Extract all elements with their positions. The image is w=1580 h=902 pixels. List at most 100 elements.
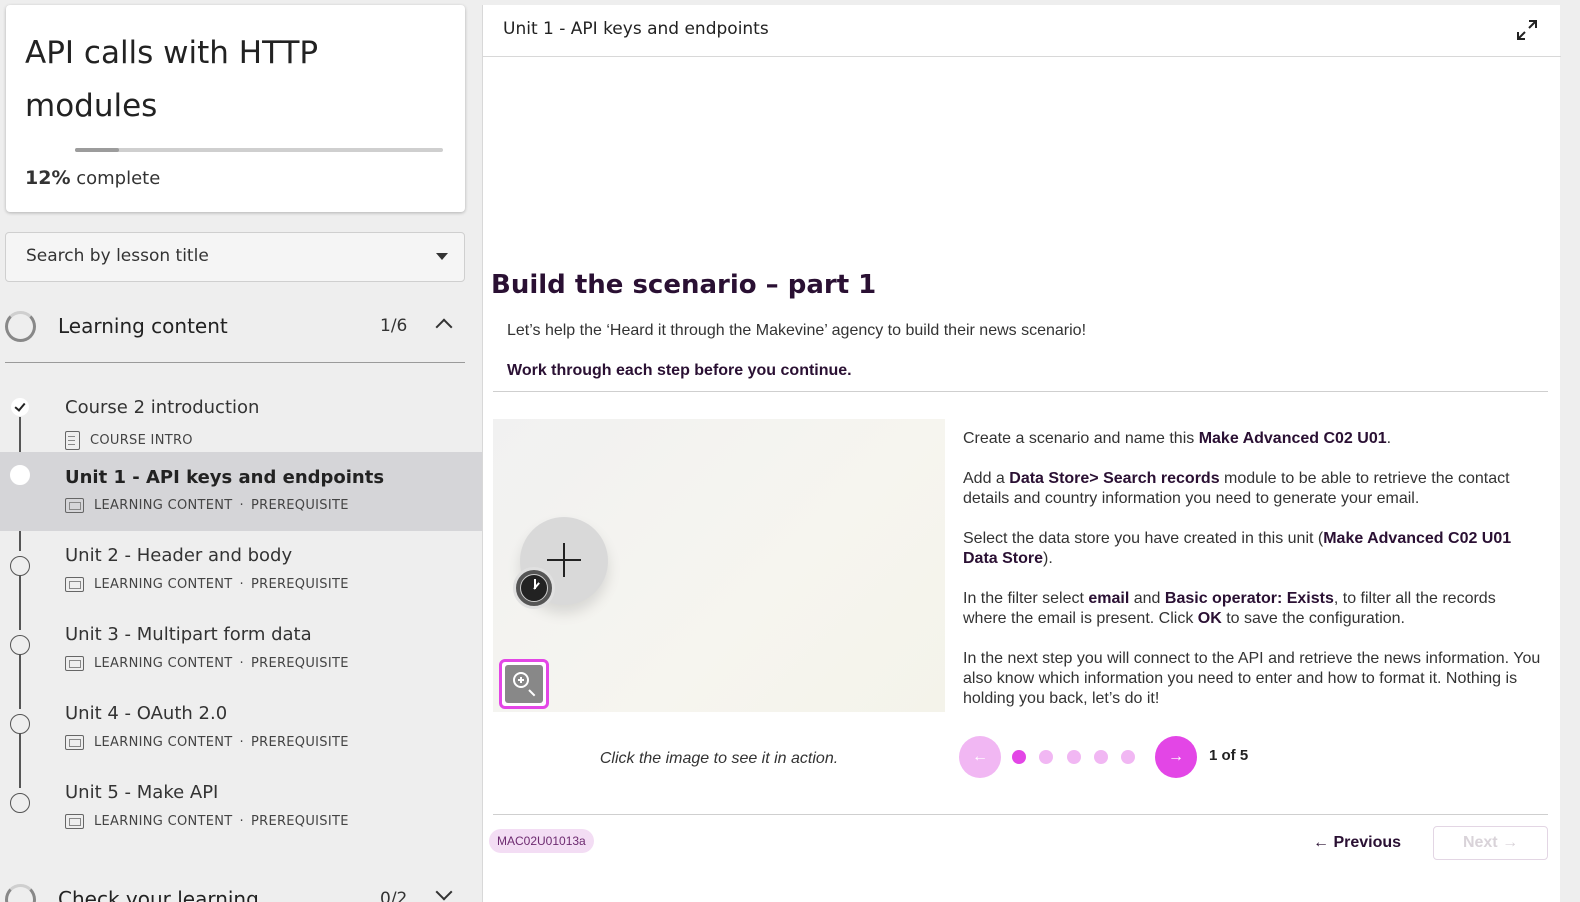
lesson-status-icon — [10, 793, 30, 813]
lesson-item-unit-4[interactable]: Unit 4 - OAuth 2.0 LEARNING CONTENT · PR… — [0, 700, 482, 780]
pager-dot[interactable] — [1121, 750, 1135, 764]
lesson-title: Unit 3 - Multipart form data — [65, 624, 312, 645]
lesson-item-unit-5[interactable]: Unit 5 - Make API LEARNING CONTENT · PRE… — [0, 779, 482, 859]
lesson-code-badge: MAC02U01013a — [489, 829, 594, 853]
lesson-item-unit-3[interactable]: Unit 3 - Multipart form data LEARNING CO… — [0, 621, 482, 701]
divider — [493, 814, 1548, 815]
lesson-search-select[interactable]: Search by lesson title — [5, 232, 465, 282]
pager-dot[interactable] — [1012, 750, 1026, 764]
meta-separator: · — [239, 498, 244, 513]
lesson-meta: COURSE INTRO — [65, 431, 193, 450]
step-paragraph: Create a scenario and name this Make Adv… — [963, 429, 1543, 449]
step-paragraph: Select the data store you have created i… — [963, 529, 1543, 569]
lesson-meta: LEARNING CONTENT · PREREQUISITE — [65, 656, 349, 671]
section-title: Check your learning — [58, 887, 259, 902]
pager-next-button[interactable]: → — [1155, 736, 1197, 778]
lesson-heading: Build the scenario – part 1 — [491, 270, 877, 300]
lesson-status-icon — [10, 714, 30, 734]
course-title: API calls with HTTP modules — [25, 35, 319, 124]
lesson-meta: LEARNING CONTENT · PREREQUISITE — [65, 814, 349, 829]
lesson-type: LEARNING CONTENT — [94, 577, 233, 592]
chevron-up-icon[interactable] — [435, 318, 453, 336]
lesson-status-icon — [10, 465, 30, 485]
step-emphasis: Basic operator: Exists — [1164, 590, 1334, 607]
divider — [493, 391, 1548, 392]
unit-title: Unit 1 - API keys and endpoints — [503, 19, 769, 39]
zoom-lens — [513, 672, 529, 688]
pager-label: 1 of 5 — [1209, 747, 1249, 764]
lesson-intro: Let’s help the ‘Heard it through the Mak… — [507, 322, 1087, 339]
step-emphasis: email — [1088, 590, 1130, 607]
step-paragraph: In the filter select email and Basic ope… — [963, 589, 1543, 629]
section-count: 0/2 — [380, 889, 408, 902]
lesson-header: Unit 1 - API keys and endpoints — [483, 5, 1561, 57]
lesson-type: LEARNING CONTENT — [94, 656, 233, 671]
meta-separator: · — [239, 656, 244, 671]
document-icon — [65, 431, 80, 450]
lesson-status-icon — [10, 635, 30, 655]
section-learning-content[interactable]: Learning content 1/6 — [5, 299, 465, 363]
chevron-down-icon[interactable] — [435, 883, 453, 901]
step-text: Add a — [963, 470, 1010, 487]
course-sidebar: API calls with HTTP modules 12% complete… — [0, 0, 482, 902]
course-progress-card: API calls with HTTP modules 12% complete — [6, 5, 465, 212]
lesson-item-unit-1[interactable]: Unit 1 - API keys and endpoints LEARNING… — [0, 452, 482, 531]
chevron-down-icon — [436, 253, 448, 260]
step-emphasis: OK — [1197, 610, 1222, 627]
lesson-meta: LEARNING CONTENT · PREREQUISITE — [65, 735, 349, 750]
step-instructions: Create a scenario and name this Make Adv… — [963, 429, 1543, 729]
section-check-your-learning[interactable]: Check your learning 0/2 — [5, 872, 465, 902]
pager-dot[interactable] — [1067, 750, 1081, 764]
lesson-title: Course 2 introduction — [65, 397, 260, 418]
zoom-in-button[interactable] — [499, 659, 549, 709]
step-paragraph: In the next step you will connect to the… — [963, 650, 1541, 707]
lesson-item-course-intro[interactable]: Course 2 introduction COURSE INTRO — [0, 383, 482, 463]
meta-separator: · — [239, 735, 244, 750]
schedule-clock-icon — [513, 567, 555, 609]
section-title: Learning content — [58, 314, 228, 338]
progress-suffix: complete — [76, 168, 161, 189]
slides-icon — [65, 814, 84, 829]
lesson-type: COURSE INTRO — [90, 433, 193, 448]
lesson-search-placeholder: Search by lesson title — [26, 246, 209, 266]
lesson-tag: PREREQUISITE — [250, 814, 349, 829]
lesson-item-unit-2[interactable]: Unit 2 - Header and body LEARNING CONTEN… — [0, 542, 482, 622]
pager-dot[interactable] — [1039, 750, 1053, 764]
lesson-type: LEARNING CONTENT — [94, 814, 233, 829]
meta-separator: · — [239, 814, 244, 829]
step-text: and — [1129, 590, 1165, 607]
zoom-in-icon — [505, 665, 543, 703]
meta-separator: · — [239, 577, 244, 592]
section-count: 1/6 — [380, 316, 408, 336]
step-emphasis: Make Advanced C02 U01 — [1198, 430, 1387, 447]
image-caption: Click the image to see it in action. — [599, 750, 839, 767]
pager-dot[interactable] — [1094, 750, 1108, 764]
scenario-preview-image[interactable] — [493, 419, 945, 712]
step-text: Select the data store you have created i… — [963, 530, 1324, 547]
previous-button[interactable]: ← Previous — [1313, 834, 1401, 852]
slides-icon — [65, 577, 84, 592]
step-text: . — [1386, 430, 1392, 447]
checkmark-icon — [10, 397, 30, 417]
next-button[interactable]: Next → — [1433, 826, 1548, 860]
step-text: In the filter select — [963, 590, 1089, 607]
lesson-title: Unit 4 - OAuth 2.0 — [65, 703, 228, 724]
section-progress-ring-icon — [5, 884, 36, 902]
lesson-status-icon — [10, 556, 30, 576]
lesson-tag: PREREQUISITE — [250, 656, 349, 671]
lesson-title: Unit 5 - Make API — [65, 782, 219, 803]
step-paragraph: Add a Data Store> Search records module … — [963, 469, 1543, 509]
lesson-meta: LEARNING CONTENT · PREREQUISITE — [65, 577, 349, 592]
section-progress-ring-icon — [5, 311, 36, 342]
step-emphasis: Data Store> Search records — [1009, 470, 1220, 487]
step-text: to save the configuration. — [1221, 610, 1405, 627]
expand-icon[interactable] — [1515, 18, 1539, 42]
lesson-content-panel: Unit 1 - API keys and endpoints Build th… — [482, 5, 1561, 902]
plus-icon-bar — [563, 543, 565, 577]
pager-prev-button[interactable]: ← — [959, 736, 1001, 778]
slides-icon — [65, 498, 84, 513]
lesson-tag: PREREQUISITE — [250, 735, 349, 750]
lesson-tag: PREREQUISITE — [250, 577, 349, 592]
slides-icon — [65, 656, 84, 671]
lesson-instruction: Work through each step before you contin… — [507, 362, 852, 379]
